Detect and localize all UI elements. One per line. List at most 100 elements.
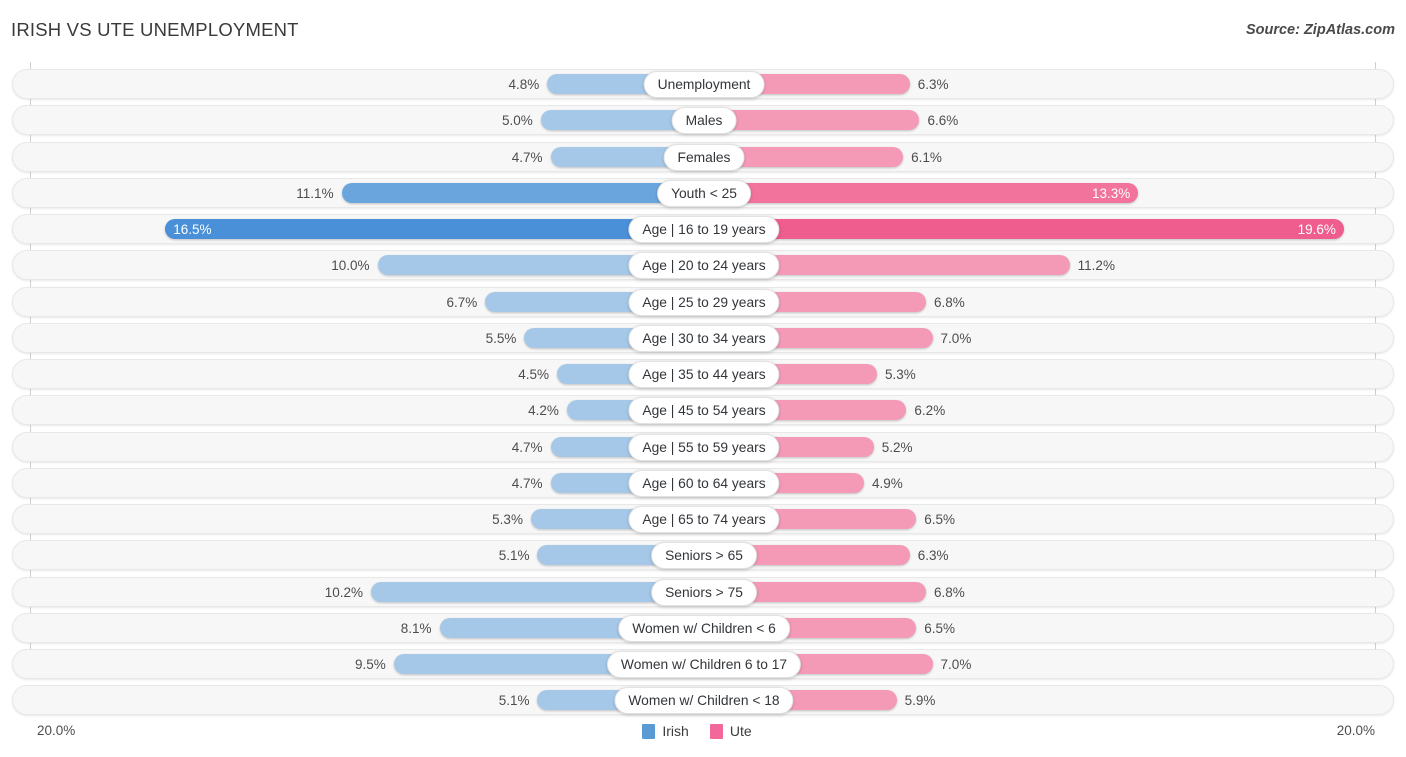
chart-row-inner: 4.8% 6.3% Unemployment (13, 70, 1393, 98)
page-title: IRISH VS UTE UNEMPLOYMENT (11, 19, 299, 40)
value-label-irish: 4.5% (518, 367, 550, 382)
chart-row[interactable]: 4.5% 5.3% Age | 35 to 44 years (12, 359, 1394, 389)
value-label-ute: 6.1% (911, 149, 942, 165)
value-label-ute: 6.8% (934, 294, 965, 310)
chart-row[interactable]: 5.1% 5.9% Women w/ Children < 18 (12, 685, 1394, 716)
chart-row[interactable]: 5.0% 6.6% Males (12, 105, 1394, 136)
chart-row-inner: 5.3% 6.5% Age | 65 to 74 years (13, 505, 1393, 533)
value-label-irish: 10.0% (331, 258, 370, 274)
chart-row-inner: 4.7% 5.2% Age | 55 to 59 years (13, 433, 1393, 461)
category-pill[interactable]: Females (663, 143, 745, 171)
chart-row[interactable]: 10.2% 6.8% Seniors > 75 (12, 576, 1394, 607)
chart-legend: Irish Ute (0, 723, 1406, 739)
category-pill[interactable]: Youth < 25 (657, 179, 751, 207)
value-label-ute: 19.6% (1297, 222, 1336, 237)
value-label-ute: 5.9% (904, 693, 936, 709)
bar-ute[interactable] (704, 219, 1344, 239)
source-attribution: Source: ZipAtlas.com (1245, 22, 1395, 38)
value-label-irish: 5.1% (498, 693, 530, 709)
value-label-irish: 4.8% (508, 77, 540, 92)
value-label-irish: 16.5% (173, 222, 212, 237)
chart-row-inner: 4.5% 5.3% Age | 35 to 44 years (13, 360, 1393, 388)
chart-footer: 20.0% 20.0% Irish Ute (0, 718, 1406, 757)
legend-label: Ute (729, 723, 752, 739)
value-label-ute: 4.9% (871, 475, 903, 491)
chart-row-inner: 16.5% 19.6% Age | 16 to 19 years (13, 215, 1393, 243)
legend-swatch-icon (709, 723, 723, 739)
value-label-irish: 10.2% (324, 584, 363, 600)
value-label-irish: 5.1% (498, 548, 530, 564)
value-label-ute: 6.5% (924, 512, 955, 527)
value-label-irish: 9.5% (355, 657, 386, 672)
category-pill[interactable]: Age | 60 to 64 years (628, 469, 780, 497)
chart-row[interactable]: 5.5% 7.0% Age | 30 to 34 years (12, 322, 1394, 353)
chart-row[interactable]: 6.7% 6.8% Age | 25 to 29 years (12, 286, 1394, 317)
category-pill[interactable]: Seniors > 75 (651, 578, 757, 606)
value-label-irish: 5.5% (485, 330, 517, 346)
chart-row-inner: 5.0% 6.6% Males (13, 106, 1393, 135)
category-pill[interactable]: Age | 35 to 44 years (628, 361, 780, 388)
chart-row-inner: 10.0% 11.2% Age | 20 to 24 years (13, 251, 1393, 280)
chart-row-inner: 4.7% 4.9% Age | 60 to 64 years (13, 469, 1393, 497)
value-label-ute: 6.3% (917, 77, 949, 92)
value-label-irish: 4.7% (511, 149, 543, 165)
legend-item[interactable]: Irish (642, 723, 689, 739)
bar-irish[interactable] (341, 182, 704, 203)
value-label-ute: 13.3% (1091, 185, 1131, 201)
value-label-ute: 7.0% (940, 330, 972, 346)
chart-row[interactable]: 4.7% 6.1% Females (12, 141, 1394, 172)
value-label-ute: 6.6% (927, 113, 959, 129)
category-pill[interactable]: Age | 65 to 74 years (628, 506, 780, 533)
category-pill[interactable]: Males (671, 107, 737, 135)
chart-row-inner: 5.1% 6.3% Seniors > 65 (13, 541, 1393, 570)
category-pill[interactable]: Seniors > 65 (651, 542, 757, 570)
value-label-irish: 5.3% (492, 512, 523, 527)
legend-item[interactable]: Ute (709, 723, 752, 739)
value-label-ute: 6.8% (934, 584, 965, 600)
value-label-irish: 11.1% (296, 185, 334, 201)
legend-swatch-icon (642, 723, 656, 739)
chart-row[interactable]: 4.2% 6.2% Age | 45 to 54 years (12, 395, 1394, 426)
chart-row-inner: 4.2% 6.2% Age | 45 to 54 years (13, 396, 1393, 425)
value-label-ute: 6.5% (924, 620, 955, 636)
value-label-ute: 5.3% (885, 367, 916, 382)
category-pill[interactable]: Unemployment (643, 71, 765, 98)
value-label-ute: 7.0% (940, 657, 972, 672)
chart-row[interactable]: 4.8% 6.3% Unemployment (12, 69, 1394, 99)
value-label-ute: 5.2% (881, 439, 913, 455)
category-pill[interactable]: Women w/ Children < 18 (614, 687, 794, 715)
category-pill[interactable]: Age | 45 to 54 years (628, 397, 780, 425)
value-label-ute: 6.2% (914, 403, 946, 419)
value-label-irish: 6.7% (446, 294, 478, 310)
chart-row-inner: 9.5% 7.0% Women w/ Children 6 to 17 (13, 650, 1393, 678)
chart-row[interactable]: 4.7% 5.2% Age | 55 to 59 years (12, 431, 1394, 462)
value-label-irish: 4.7% (511, 475, 543, 491)
chart-page: IRISH VS UTE UNEMPLOYMENT Source: ZipAtl… (0, 0, 1406, 757)
chart-row[interactable]: 5.1% 6.3% Seniors > 65 (12, 540, 1394, 571)
chart-row[interactable]: 4.7% 4.9% Age | 60 to 64 years (12, 467, 1394, 498)
category-pill[interactable]: Age | 25 to 29 years (628, 288, 780, 316)
category-pill[interactable]: Age | 20 to 24 years (628, 252, 780, 280)
category-pill[interactable]: Age | 30 to 34 years (628, 324, 780, 352)
category-pill[interactable]: Age | 16 to 19 years (628, 216, 780, 243)
value-label-irish: 4.7% (511, 439, 543, 455)
value-label-irish: 8.1% (400, 620, 432, 636)
chart-row[interactable]: 10.0% 11.2% Age | 20 to 24 years (12, 250, 1394, 281)
value-label-ute: 11.2% (1077, 258, 1115, 274)
chart-row[interactable]: 8.1% 6.5% Women w/ Children < 6 (12, 612, 1394, 643)
chart-row[interactable]: 5.3% 6.5% Age | 65 to 74 years (12, 504, 1394, 534)
legend-label: Irish (662, 723, 689, 739)
chart-row-inner: 6.7% 6.8% Age | 25 to 29 years (13, 288, 1393, 316)
chart-row-inner: 10.2% 6.8% Seniors > 75 (13, 578, 1393, 606)
value-label-ute: 6.3% (917, 548, 949, 564)
chart-row-inner: 5.1% 5.9% Women w/ Children < 18 (13, 686, 1393, 715)
bar-irish[interactable] (165, 219, 704, 239)
chart-row-inner: 5.5% 7.0% Age | 30 to 34 years (13, 324, 1393, 352)
chart-row[interactable]: 11.1% 13.3% Youth < 25 (12, 177, 1394, 208)
chart-row-inner: 4.7% 6.1% Females (13, 143, 1393, 171)
category-pill[interactable]: Women w/ Children < 6 (618, 614, 790, 642)
chart-row[interactable]: 9.5% 7.0% Women w/ Children 6 to 17 (12, 649, 1394, 679)
category-pill[interactable]: Women w/ Children 6 to 17 (606, 651, 802, 678)
category-pill[interactable]: Age | 55 to 59 years (628, 433, 780, 461)
chart-row[interactable]: 16.5% 19.6% Age | 16 to 19 years (12, 214, 1394, 244)
